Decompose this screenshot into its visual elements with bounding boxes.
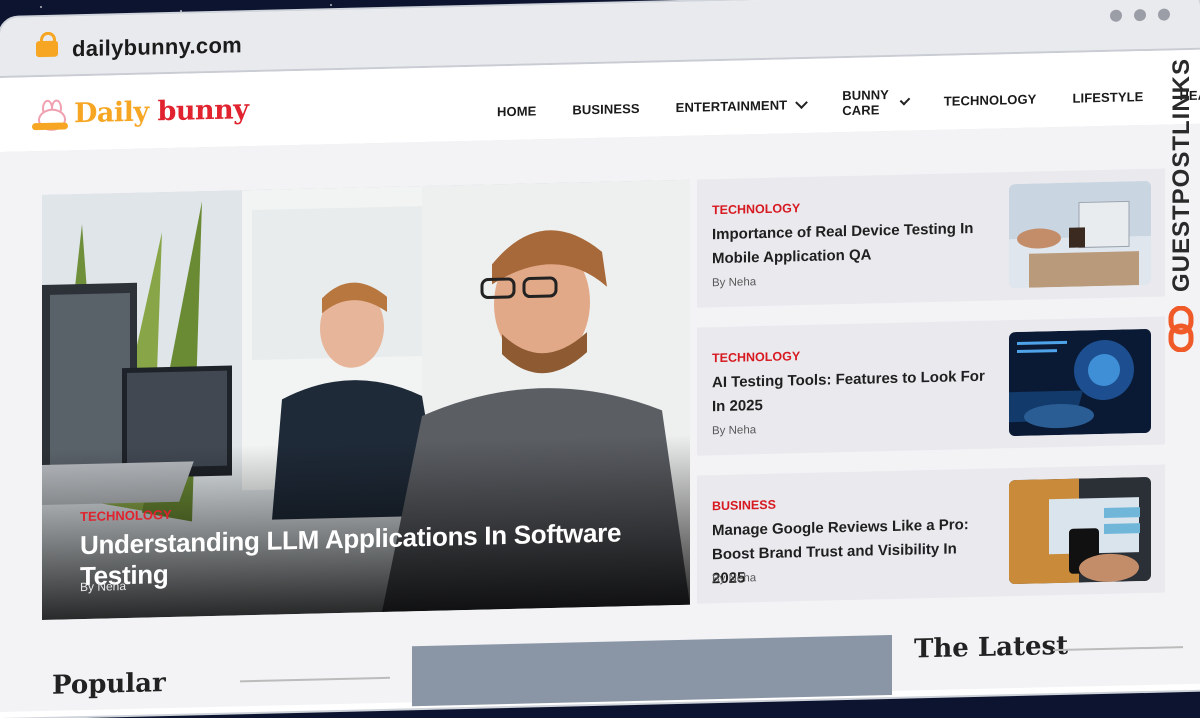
- card-author[interactable]: By Neha: [712, 276, 756, 289]
- article-card[interactable]: TECHNOLOGY Importance of Real Device Tes…: [697, 168, 1165, 308]
- logo-text: Daily bunny: [74, 94, 249, 129]
- nav-item-technology[interactable]: TECHNOLOGY: [944, 84, 1037, 116]
- card-title[interactable]: Importance of Real Device Testing In Mob…: [712, 217, 992, 272]
- card-thumbnail[interactable]: [1009, 180, 1151, 289]
- url-text[interactable]: dailybunny.com: [72, 32, 242, 62]
- card-category[interactable]: BUSINESS: [712, 498, 776, 514]
- nav-label: TECHNOLOGY: [943, 91, 1037, 109]
- browser-window: dailybunny.com Daily bunny HOME BUSINESS…: [0, 0, 1200, 718]
- nav-item-lifestyle[interactable]: LIFESTYLE: [1072, 81, 1143, 113]
- card-thumbnail[interactable]: [1009, 328, 1151, 437]
- nav-item-entertainment[interactable]: ENTERTAINMENT: [675, 89, 809, 122]
- nav-label: BUSINESS: [572, 100, 640, 118]
- nav-label: ENTERTAINMENT: [675, 96, 788, 115]
- nav-item-bunny-care[interactable]: BUNNY CARE: [842, 87, 911, 119]
- main-nav: HOME BUSINESS ENTERTAINMENT BUNNY CARE T…: [497, 79, 1200, 126]
- nav-label: HOME: [497, 102, 537, 119]
- heading-divider: [1053, 646, 1183, 652]
- watermark-text: GUESTPOSTLINKS: [1168, 58, 1195, 293]
- card-author[interactable]: By Neha: [712, 424, 756, 437]
- logo-daily-text: Daily: [74, 96, 149, 130]
- card-category[interactable]: TECHNOLOGY: [712, 349, 800, 365]
- lock-icon: [36, 40, 58, 58]
- article-card[interactable]: TECHNOLOGY AI Testing Tools: Features to…: [697, 316, 1165, 456]
- site-logo[interactable]: Daily bunny: [32, 94, 249, 131]
- window-dot-icon[interactable]: [1134, 8, 1146, 22]
- nav-item-home[interactable]: HOME: [497, 95, 536, 126]
- nav-label: LIFESTYLE: [1072, 88, 1144, 106]
- window-dot-icon[interactable]: [1158, 8, 1170, 21]
- hero-article[interactable]: TECHNOLOGY Understanding LLM Application…: [42, 179, 690, 621]
- card-thumbnail[interactable]: [1009, 476, 1151, 585]
- hero-category[interactable]: TECHNOLOGY: [80, 507, 172, 524]
- heading-divider: [240, 676, 390, 683]
- window-dot-icon[interactable]: [1110, 9, 1122, 22]
- card-category[interactable]: TECHNOLOGY: [712, 201, 800, 217]
- nav-label: BUNNY CARE: [842, 87, 889, 119]
- latest-heading: The Latest: [914, 630, 1069, 665]
- section-heading: Popular: [52, 668, 166, 701]
- hero-author[interactable]: By Neha: [80, 579, 126, 594]
- nav-item-business[interactable]: BUSINESS: [572, 93, 639, 125]
- chain-link-icon: [1168, 306, 1194, 352]
- chevron-down-icon: [795, 95, 809, 109]
- main-content: TECHNOLOGY Understanding LLM Application…: [0, 123, 1200, 712]
- card-title[interactable]: AI Testing Tools: Features to Look For I…: [712, 365, 992, 420]
- bunny-logo-icon: [32, 99, 68, 131]
- featured-image-strip[interactable]: [412, 634, 892, 707]
- card-author[interactable]: By Neha: [712, 572, 756, 585]
- window-controls: [1110, 8, 1170, 22]
- chevron-down-icon: [899, 94, 911, 105]
- article-card[interactable]: BUSINESS Manage Google Reviews Like a Pr…: [697, 464, 1165, 604]
- logo-bunny-text: bunny: [157, 94, 249, 128]
